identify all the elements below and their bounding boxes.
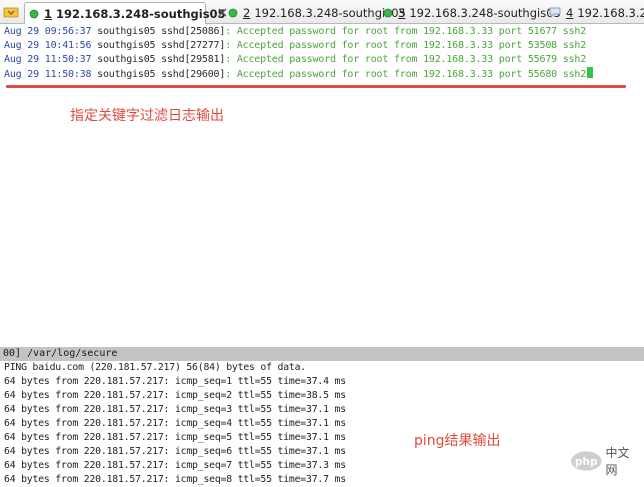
- tab-3-label: 192.168.3.248-southgis05: [409, 5, 561, 20]
- php-logo-icon: php: [570, 451, 602, 471]
- highlight-underline: [6, 85, 626, 88]
- tab-4-label: 192.168.3.248-southgis05: [577, 5, 644, 20]
- log-line: Aug 29 10:41:56 southgis05 sshd[27277]: …: [4, 40, 587, 51]
- ping-line: 64 bytes from 220.181.57.217: icmp_seq=2…: [4, 390, 346, 401]
- file-status-bar: 00] /var/log/secure: [0, 347, 644, 361]
- log-line: Aug 29 11:50:38 southgis05 sshd[29600]: …: [4, 67, 594, 81]
- log-line: Aug 29 09:56:37 southgis05 sshd[25086]: …: [4, 26, 587, 37]
- tab-1-number: 1: [44, 6, 53, 21]
- session-speech-icon: [549, 7, 561, 19]
- tab-3[interactable]: 3 192.168.3.248-southgis05: [379, 2, 561, 23]
- tab-4-number: 4: [566, 5, 574, 20]
- ping-line: 64 bytes from 220.181.57.217: icmp_seq=3…: [4, 404, 346, 415]
- tab-1-label: 192.168.3.248-southgis05: [56, 6, 226, 21]
- ping-line: 64 bytes from 220.181.57.217: icmp_seq=4…: [4, 418, 346, 429]
- watermark: php 中文网: [570, 446, 640, 477]
- caption-ping: ping结果输出: [414, 433, 501, 449]
- tab-2[interactable]: 2 192.168.3.248-southgis05: [207, 2, 406, 23]
- session-connected-icon: [29, 8, 39, 20]
- ping-line: 64 bytes from 220.181.57.217: icmp_seq=7…: [4, 460, 346, 471]
- terminal-cursor: [587, 67, 594, 78]
- close-icon[interactable]: [217, 6, 228, 20]
- tab-3-number: 3: [398, 5, 406, 20]
- ping-line: 64 bytes from 220.181.57.217: icmp_seq=5…: [4, 432, 346, 443]
- ping-line: 64 bytes from 220.181.57.217: icmp_seq=1…: [4, 376, 346, 387]
- ping-line: PING baidu.com (220.181.57.217) 56(84) b…: [4, 362, 307, 373]
- svg-text:php: php: [575, 456, 598, 468]
- tab-menu-icon[interactable]: [2, 3, 20, 20]
- tab-bar: 1 192.168.3.248-southgis05 2 192.168.3.2…: [0, 0, 644, 24]
- tab-4[interactable]: 4 192.168.3.248-southgis05: [545, 2, 644, 23]
- watermark-text: 中文网: [605, 446, 630, 477]
- tab-1[interactable]: 1 192.168.3.248-southgis05: [24, 2, 226, 24]
- ping-line: 64 bytes from 220.181.57.217: icmp_seq=6…: [4, 446, 346, 457]
- log-line: Aug 29 11:50:37 southgis05 sshd[29581]: …: [4, 54, 587, 65]
- session-connected-icon: [383, 7, 393, 19]
- ping-line: 64 bytes from 220.181.57.217: icmp_seq=8…: [4, 474, 346, 485]
- caption-filter: 指定关键字过滤日志输出: [70, 108, 224, 124]
- terminal-log-pane[interactable]: Aug 29 09:56:37 southgis05 sshd[25086]: …: [0, 24, 644, 88]
- session-connected-icon: [228, 7, 238, 19]
- tab-2-number: 2: [243, 5, 251, 20]
